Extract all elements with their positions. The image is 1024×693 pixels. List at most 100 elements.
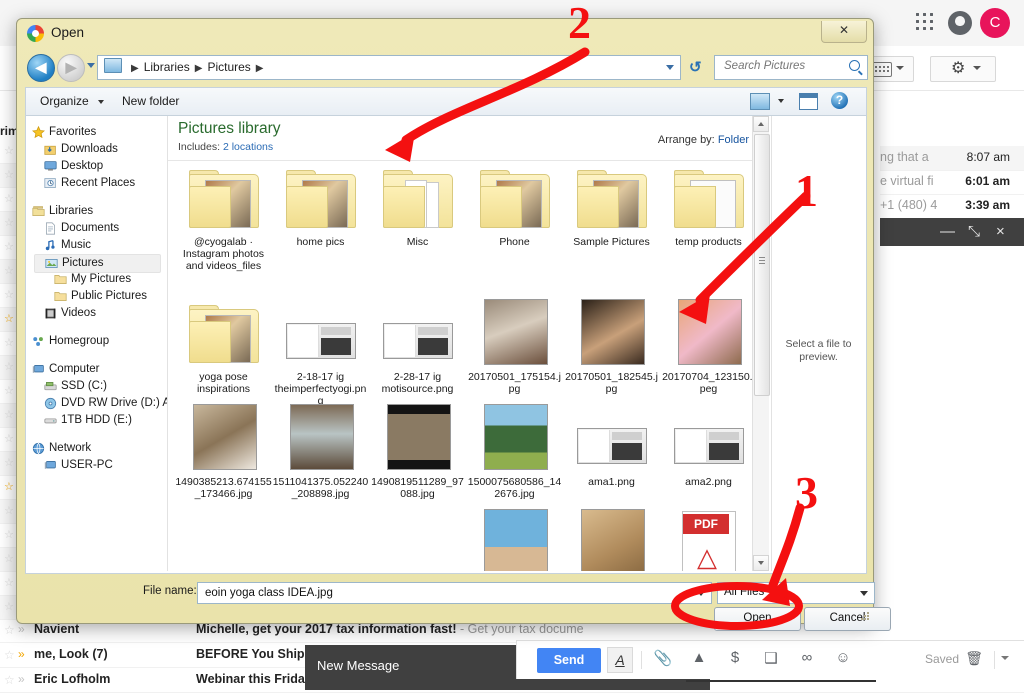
chevron-down-icon[interactable]	[98, 100, 104, 104]
file-item[interactable]: 2-28-17 ig motisource.png	[369, 297, 466, 395]
pdf-item[interactable]: PDF △	[660, 507, 757, 571]
file-list-pane[interactable]: Pictures library Includes: 2 locations A…	[168, 116, 770, 571]
sidebar-item-user-pc[interactable]: USER-PC	[34, 457, 159, 474]
sidebar-item-ssd-c[interactable]: SSD (C:)	[34, 378, 159, 395]
sidebar-item-recent-places[interactable]: Recent Places	[34, 175, 159, 192]
insert-photo-icon[interactable]: ❑	[761, 649, 781, 667]
star-icon[interactable]: ☆	[4, 552, 14, 565]
includes-link[interactable]: 2 locations	[223, 141, 273, 153]
google-drive-icon[interactable]: ▲	[689, 649, 709, 666]
file-type-select[interactable]: All Files	[717, 582, 875, 604]
star-icon[interactable]: ☆	[4, 168, 14, 181]
file-item[interactable]: 2-18-17 ig theimperfectyogi.png	[272, 297, 369, 407]
star-icon[interactable]: ☆	[4, 648, 15, 662]
star-icon[interactable]: ☆	[4, 456, 14, 469]
star-icon[interactable]: ☆	[4, 432, 14, 445]
change-view-icon[interactable]	[750, 93, 770, 110]
file-item[interactable]: 20170501_175154.jpg	[466, 297, 563, 395]
file-item[interactable]: 20170501_182545.jpg	[563, 297, 660, 395]
star-icon[interactable]: ☆	[4, 360, 14, 373]
organize-button[interactable]: Organize	[40, 94, 89, 108]
star-icon[interactable]: ☆	[4, 216, 14, 229]
sidebar-item-libraries[interactable]: Libraries	[32, 203, 159, 220]
vertical-scrollbar[interactable]	[752, 116, 770, 571]
star-icon[interactable]: ☆	[4, 192, 14, 205]
email-row[interactable]: e virtual fi 6:01 am	[880, 170, 1024, 195]
sidebar-item-desktop[interactable]: Desktop	[34, 158, 159, 175]
important-marker-icon[interactable]: »	[18, 672, 25, 686]
recent-locations-icon[interactable]	[87, 63, 95, 68]
folder-item[interactable]: temp products	[660, 162, 757, 248]
file-item[interactable]: 1500075680586_142676.jpg	[466, 402, 563, 500]
sidebar-item-favorites[interactable]: Favorites	[32, 124, 159, 141]
new-folder-button[interactable]: New folder	[122, 94, 179, 108]
breadcrumb[interactable]: ▶ Libraries ▶ Pictures ▶	[97, 55, 681, 80]
close-button[interactable]: ✕	[821, 21, 867, 43]
send-button[interactable]: Send	[537, 648, 601, 673]
insert-link-icon[interactable]: ∞	[797, 649, 817, 666]
navigation-sidebar[interactable]: Favorites Downloads Desktop Recent Places Li…	[26, 116, 168, 571]
folder-item[interactable]: Sample Pictures	[563, 162, 660, 248]
star-icon[interactable]: ☆	[4, 288, 14, 301]
attach-file-icon[interactable]: 📎	[653, 649, 673, 667]
star-icon[interactable]: ☆	[4, 384, 14, 397]
chevron-down-icon[interactable]	[778, 99, 784, 103]
close-icon[interactable]: ×	[996, 223, 1005, 240]
sidebar-item-videos[interactable]: Videos	[34, 305, 159, 322]
star-icon[interactable]: ☆	[4, 600, 14, 613]
scroll-up-button[interactable]	[753, 116, 769, 132]
file-item[interactable]: 1511041375.052240_208898.jpg	[272, 402, 369, 500]
sidebar-item-public-pictures[interactable]: Public Pictures	[42, 288, 159, 305]
sidebar-item-downloads[interactable]: Downloads	[34, 141, 159, 158]
open-button[interactable]: Open	[714, 607, 801, 631]
back-button[interactable]: ◀	[27, 54, 55, 82]
chevron-down-icon[interactable]	[860, 591, 868, 596]
insert-money-icon[interactable]: $	[725, 649, 745, 666]
star-icon[interactable]: ☆	[4, 673, 15, 687]
file-item[interactable]	[563, 507, 660, 571]
expand-icon[interactable]: ⤡	[968, 223, 980, 240]
sidebar-item-dvd-rw-drive-d-a[interactable]: DVD RW Drive (D:) A	[34, 395, 167, 412]
avatar[interactable]: C	[980, 8, 1010, 38]
file-item[interactable]: ama2.png	[660, 402, 757, 488]
refresh-icon[interactable]: ↺	[689, 58, 702, 76]
sidebar-item-music[interactable]: Music	[34, 237, 159, 254]
settings-button[interactable]: ⚙	[930, 56, 996, 82]
star-icon[interactable]: ☆	[4, 504, 14, 517]
sidebar-item-network[interactable]: Network	[32, 440, 159, 457]
preview-pane-icon[interactable]	[799, 93, 818, 110]
search-box[interactable]	[714, 55, 868, 80]
sidebar-item-documents[interactable]: Documents	[34, 220, 159, 237]
forward-button[interactable]: ▶	[57, 54, 85, 82]
file-item[interactable]: ama1.png	[563, 402, 660, 488]
format-text-icon[interactable]: A	[607, 647, 633, 673]
file-item[interactable]	[466, 507, 563, 571]
file-name-field[interactable]	[197, 582, 712, 604]
file-item[interactable]: 1490385213.674155_173466.jpg	[175, 402, 272, 500]
important-marker-icon[interactable]: »	[18, 622, 25, 636]
minimize-icon[interactable]: —	[940, 223, 955, 240]
scrollbar-thumb[interactable]	[754, 134, 770, 396]
folder-item[interactable]: @cyogalab · Instagram photos and videos_…	[175, 162, 272, 272]
star-icon[interactable]: ☆	[4, 576, 14, 589]
arrange-value[interactable]: Folder	[718, 134, 749, 146]
sidebar-item-my-pictures[interactable]: My Pictures	[42, 271, 159, 288]
email-row[interactable]: +1 (480) 4 3:39 am	[880, 194, 1024, 219]
breadcrumb-libraries[interactable]: Libraries	[144, 60, 190, 74]
star-icon[interactable]: ☆	[4, 623, 15, 637]
chevron-down-icon[interactable]	[666, 65, 674, 70]
apps-grid-icon[interactable]	[916, 13, 936, 33]
arrange-by[interactable]: Arrange by: Folder	[658, 134, 758, 146]
chevron-down-icon[interactable]	[697, 591, 705, 596]
sidebar-item-computer[interactable]: Computer	[32, 361, 159, 378]
star-icon[interactable]: ☆	[4, 240, 14, 253]
scroll-down-button[interactable]	[753, 555, 769, 571]
star-icon[interactable]: ☆	[4, 336, 14, 349]
folder-item[interactable]: yoga pose inspirations	[175, 297, 272, 395]
cancel-button[interactable]: Cancel	[804, 607, 891, 631]
search-input[interactable]	[722, 59, 846, 73]
sidebar-item-1tb-hdd-e[interactable]: 1TB HDD (E:)	[34, 412, 159, 429]
resize-grip[interactable]	[859, 610, 869, 620]
file-grid[interactable]: @cyogalab · Instagram photos and videos_…	[168, 162, 770, 571]
star-icon[interactable]: ☆	[4, 528, 14, 541]
